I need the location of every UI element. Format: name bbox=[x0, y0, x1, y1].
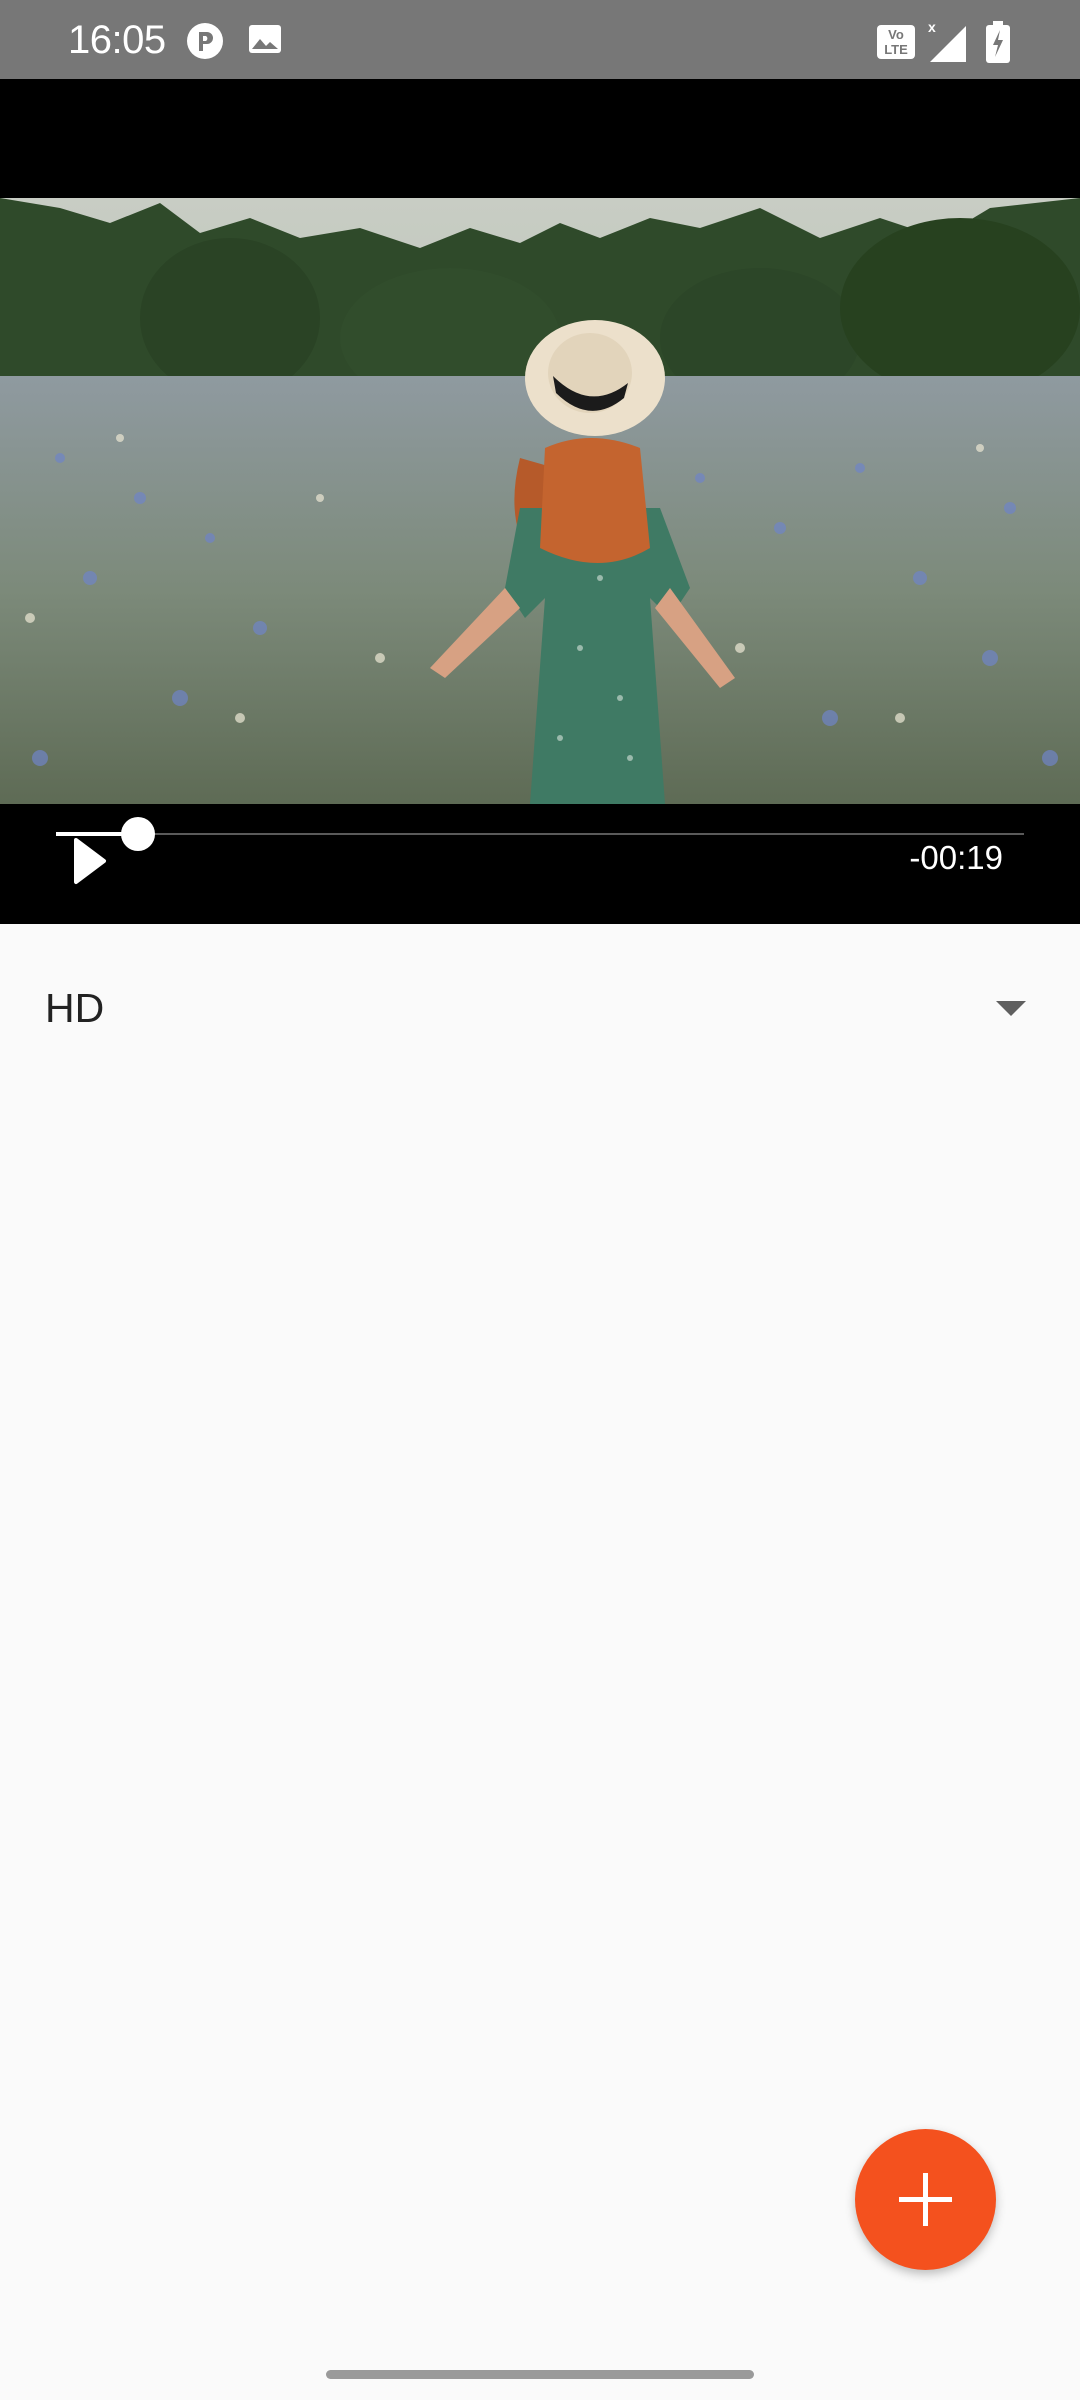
gesture-nav-handle[interactable] bbox=[326, 2370, 754, 2379]
signal-icon: x bbox=[928, 20, 968, 64]
play-icon bbox=[74, 838, 106, 884]
add-button[interactable] bbox=[855, 2129, 996, 2270]
dropdown-arrow-icon bbox=[996, 1001, 1026, 1016]
screen: 16:05 Vo LTE x -00:19 HD bbox=[0, 0, 1080, 2400]
quality-selected-value: HD bbox=[45, 985, 105, 1031]
svg-text:x: x bbox=[928, 20, 936, 35]
svg-text:LTE: LTE bbox=[884, 42, 908, 57]
podcast-app-icon bbox=[186, 22, 224, 60]
svg-text:Vo: Vo bbox=[888, 27, 904, 42]
gallery-icon bbox=[248, 22, 282, 56]
battery-charging-icon bbox=[984, 20, 1012, 64]
video-player[interactable]: -00:19 bbox=[0, 79, 1080, 924]
status-bar: 16:05 Vo LTE x bbox=[0, 0, 1080, 79]
volte-icon: Vo LTE bbox=[876, 24, 916, 60]
play-button[interactable] bbox=[70, 836, 110, 886]
video-thumbnail[interactable] bbox=[0, 198, 1080, 804]
player-controls: -00:19 bbox=[0, 804, 1080, 924]
quality-dropdown[interactable]: HD bbox=[0, 960, 1080, 1060]
time-remaining: -00:19 bbox=[909, 839, 1003, 876]
status-time: 16:05 bbox=[68, 18, 166, 62]
